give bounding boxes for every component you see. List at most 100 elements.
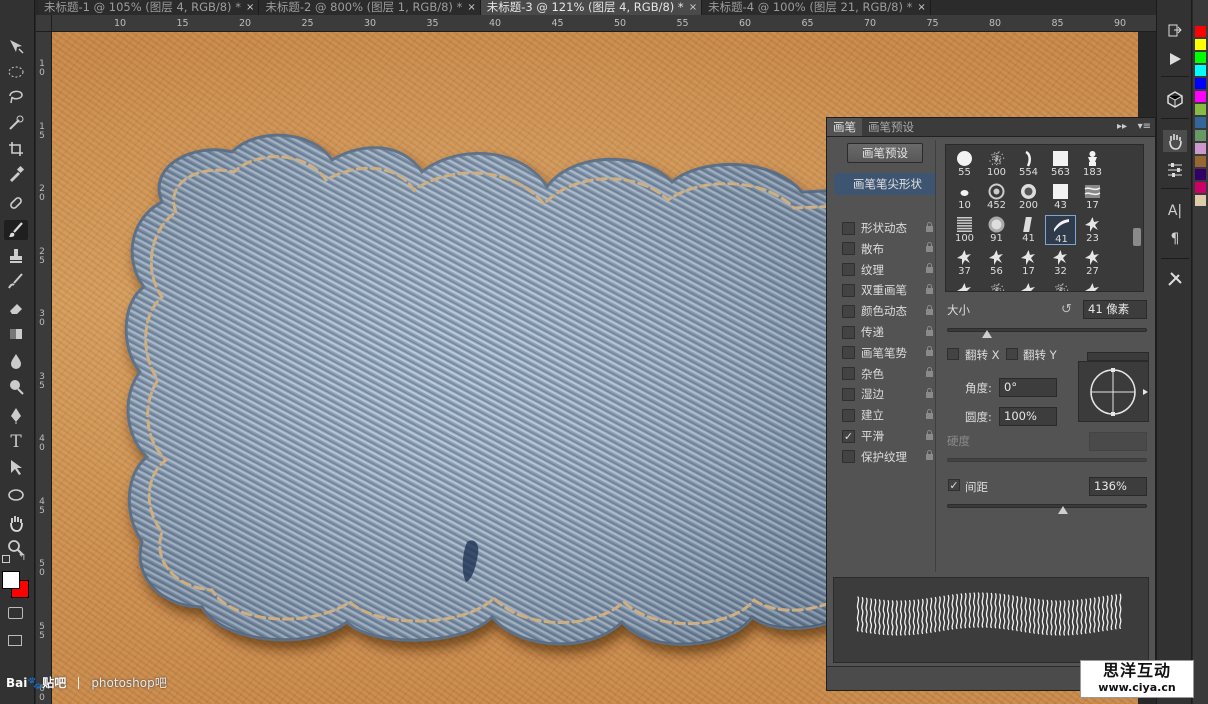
size-slider[interactable] xyxy=(947,328,1147,332)
lock-icon[interactable] xyxy=(923,325,935,339)
spacing-checkbox[interactable]: ✓ xyxy=(948,479,960,491)
close-tab-icon[interactable]: × xyxy=(246,0,254,15)
shape-icon[interactable] xyxy=(4,485,28,505)
brush-option-row[interactable]: 画笔笔势 xyxy=(834,343,935,363)
reset-size-icon[interactable]: ↺ xyxy=(1061,302,1072,317)
roundness-field[interactable]: 100% xyxy=(999,407,1057,426)
brush-option-row[interactable]: 双重画笔 xyxy=(834,280,935,300)
foreground-color-swatch[interactable] xyxy=(2,571,20,589)
lock-icon[interactable] xyxy=(923,429,935,443)
healing-icon[interactable] xyxy=(4,193,28,213)
spacing-slider-thumb[interactable] xyxy=(1058,506,1068,514)
vertical-ruler[interactable]: 10 15 20 25 30 35 40 45 50 55 60 xyxy=(36,32,52,704)
brush-tip-cell[interactable]: 17 xyxy=(1077,182,1108,212)
color-swatch[interactable] xyxy=(1195,26,1206,37)
brush-option-checkbox[interactable] xyxy=(842,408,855,422)
color-swatch[interactable] xyxy=(1195,104,1206,115)
brush-option-checkbox[interactable] xyxy=(842,450,855,464)
tab-brush-presets[interactable]: 画笔预设 xyxy=(862,118,920,136)
quick-select-icon[interactable] xyxy=(4,113,28,133)
brush-tip-cell[interactable]: 23 xyxy=(1077,215,1108,245)
document-tab[interactable]: 未标题-1 @ 105% (图层 4, RGB/8) * × xyxy=(38,0,260,15)
color-swatch[interactable] xyxy=(1195,65,1206,76)
brush-option-row[interactable]: 形状动态 xyxy=(834,218,935,238)
brush-option-checkbox[interactable] xyxy=(842,387,855,401)
quick-mask-icon[interactable] xyxy=(8,607,23,619)
brush-option-row[interactable]: 杂色 xyxy=(834,364,935,384)
color-swatch[interactable] xyxy=(1195,39,1206,50)
color-swatch[interactable] xyxy=(1195,130,1206,141)
document-tab[interactable]: 未标题-3 @ 121% (图层 4, RGB/8) * × xyxy=(480,0,703,15)
color-swatch[interactable] xyxy=(1195,182,1206,193)
brush-tip-cell[interactable]: 56 xyxy=(981,248,1012,278)
brush-tip-cell[interactable] xyxy=(981,281,1012,291)
type-icon[interactable]: T xyxy=(4,432,28,452)
lock-icon[interactable] xyxy=(923,263,935,276)
brush-tip-cell[interactable]: 91 xyxy=(981,215,1012,245)
stamp-icon[interactable] xyxy=(4,246,28,266)
ruler-origin[interactable] xyxy=(36,15,52,32)
brush-option-checkbox[interactable] xyxy=(842,242,855,256)
eyedropper-icon[interactable] xyxy=(4,164,28,184)
flip-y-checkbox[interactable] xyxy=(1006,348,1018,360)
angle-field[interactable]: 0° xyxy=(999,378,1057,397)
brush-tip-cell[interactable]: 43 xyxy=(1045,182,1076,212)
brush-tip-cell[interactable]: 17 xyxy=(1013,248,1044,278)
spacing-field[interactable]: 136% xyxy=(1089,477,1147,496)
brush-option-checkbox[interactable]: ✓ xyxy=(842,429,855,443)
panel-menu-icon[interactable]: ▾≡ xyxy=(1138,121,1151,132)
close-tab-icon[interactable]: × xyxy=(917,0,925,15)
brush-tip-cell[interactable]: 200 xyxy=(1013,182,1044,212)
tools-icon[interactable] xyxy=(1163,268,1187,290)
pen-icon[interactable] xyxy=(4,405,28,425)
brush-option-checkbox[interactable] xyxy=(842,367,855,381)
brush-presets-button[interactable]: 画笔预设 xyxy=(847,143,923,163)
eraser-icon[interactable] xyxy=(4,298,28,318)
brush-tip-cell[interactable] xyxy=(1013,281,1044,291)
brush-option-checkbox[interactable] xyxy=(842,283,855,297)
brush-tip-cell[interactable]: 27 xyxy=(1077,248,1108,278)
lock-icon[interactable] xyxy=(923,450,935,463)
blur-icon[interactable] xyxy=(4,351,28,371)
brush-tip-shape-item[interactable]: 画笔笔尖形状 xyxy=(834,173,935,195)
color-swatch[interactable] xyxy=(1195,195,1206,206)
marquee-icon[interactable] xyxy=(4,62,28,82)
brush-grid-scrollbar[interactable] xyxy=(1132,146,1142,291)
brush-tip-cell[interactable]: 55 xyxy=(949,149,980,179)
tab-brush[interactable]: 画笔 xyxy=(827,118,862,136)
color-swatch[interactable] xyxy=(1195,169,1206,180)
hand-tools-icon[interactable] xyxy=(1163,130,1187,152)
lock-icon[interactable] xyxy=(923,221,935,235)
lasso-icon[interactable] xyxy=(4,86,28,106)
close-tab-icon[interactable]: × xyxy=(689,0,697,15)
dodge-icon[interactable] xyxy=(4,377,28,397)
cube-icon[interactable] xyxy=(1163,88,1187,110)
brush-tip-cell[interactable] xyxy=(1077,281,1108,291)
brush-tip-cell[interactable]: 10 xyxy=(949,182,980,212)
brush-option-row[interactable]: 颜色动态 xyxy=(834,301,935,321)
scrollbar-thumb[interactable] xyxy=(1133,228,1141,246)
brush-tip-cell[interactable]: 41 xyxy=(1045,215,1076,245)
move-icon[interactable] xyxy=(4,36,28,56)
sliders-icon[interactable] xyxy=(1163,158,1187,180)
screen-mode-icon[interactable] xyxy=(8,635,22,646)
brush-icon[interactable] xyxy=(4,220,28,240)
brush-tip-cell[interactable]: 563 xyxy=(1045,149,1076,179)
history-brush-icon[interactable] xyxy=(4,271,28,291)
lock-icon[interactable] xyxy=(923,283,935,297)
lock-icon[interactable] xyxy=(923,346,935,359)
size-field[interactable]: 41 像素 xyxy=(1083,300,1147,319)
character-icon[interactable]: A| xyxy=(1163,200,1187,222)
flip-x-checkbox[interactable] xyxy=(947,348,959,360)
brush-option-checkbox[interactable] xyxy=(842,263,855,277)
default-colors-icon[interactable] xyxy=(2,555,10,563)
brush-option-row[interactable]: 建立 xyxy=(834,405,935,425)
lock-icon[interactable] xyxy=(923,387,935,401)
size-slider-thumb[interactable] xyxy=(982,330,992,338)
paragraph-icon[interactable]: ¶ xyxy=(1163,228,1187,250)
brush-tip-cell[interactable]: 100 xyxy=(981,149,1012,179)
crop-icon[interactable] xyxy=(4,139,28,159)
brush-tip-cell[interactable]: 183 xyxy=(1077,149,1108,179)
gradient-icon[interactable] xyxy=(4,324,28,344)
color-swatch[interactable] xyxy=(1195,117,1206,128)
